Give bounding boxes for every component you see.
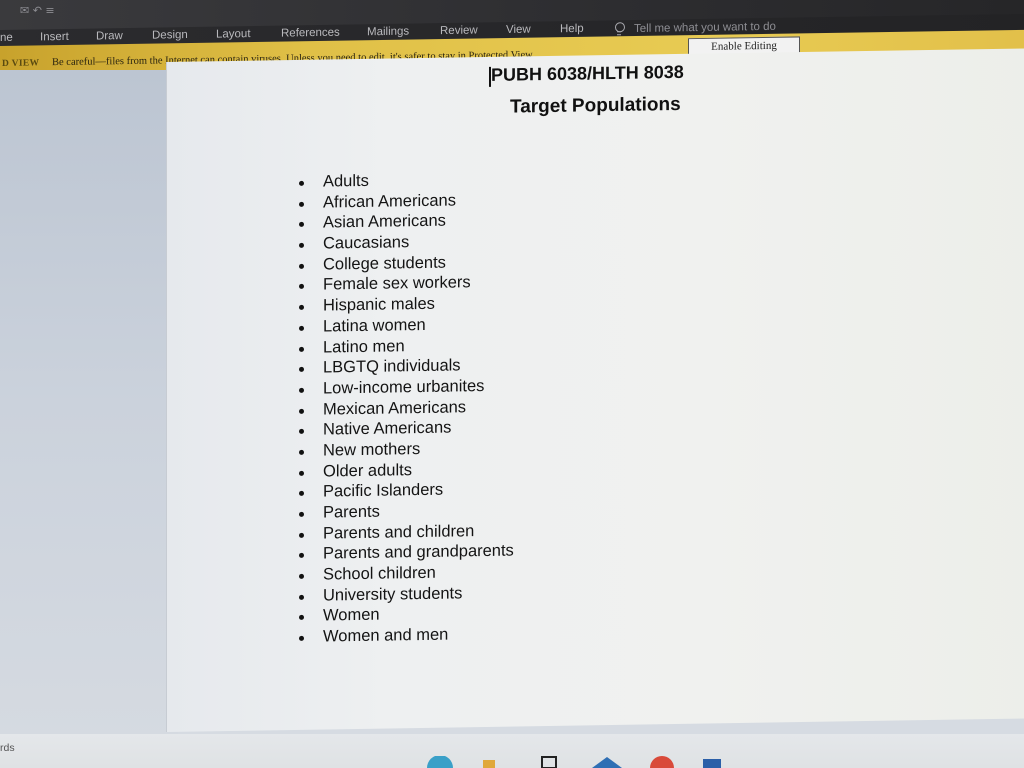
tell-me-text: Tell me what you want to do xyxy=(634,20,776,36)
tab-help[interactable]: Help xyxy=(560,23,584,35)
tell-me-search[interactable]: Tell me what you want to do xyxy=(614,20,776,36)
tab-references[interactable]: References xyxy=(281,27,340,40)
status-bar: rds xyxy=(0,734,1024,768)
tab-draw[interactable]: Draw xyxy=(96,30,123,42)
tab-mailings[interactable]: Mailings xyxy=(367,26,409,39)
list-item: Women and men xyxy=(297,624,514,648)
taskbar-edge-icon[interactable] xyxy=(425,756,455,768)
word-count[interactable]: rds xyxy=(0,742,15,754)
quick-access-toolbar[interactable]: ✉ ↶ ≡ xyxy=(20,4,55,17)
tab-home[interactable]: ne xyxy=(0,32,13,44)
taskbar-word-icon[interactable] xyxy=(700,756,724,768)
tab-design[interactable]: Design xyxy=(152,29,188,42)
document-title: PUBH 6038/HLTH 8038 xyxy=(491,61,684,85)
left-workspace-pane xyxy=(0,70,178,740)
lightbulb-icon xyxy=(614,22,624,34)
tab-review[interactable]: Review xyxy=(440,24,478,37)
taskbar-chrome-icon[interactable] xyxy=(648,756,676,768)
document-page[interactable]: PUBH 6038/HLTH 8038 Target Populations A… xyxy=(166,47,1024,732)
taskbar-store-icon[interactable] xyxy=(538,756,562,768)
tab-insert[interactable]: Insert xyxy=(40,31,69,43)
protected-view-label: D VIEW xyxy=(2,58,40,69)
taskbar-mail-icon[interactable] xyxy=(590,756,624,768)
tab-layout[interactable]: Layout xyxy=(216,28,251,41)
tab-view[interactable]: View xyxy=(506,24,531,36)
document-subtitle: Target Populations xyxy=(510,93,681,118)
taskbar-folder-icon[interactable] xyxy=(482,756,496,768)
population-list: Adults African Americans Asian Americans… xyxy=(297,169,514,648)
